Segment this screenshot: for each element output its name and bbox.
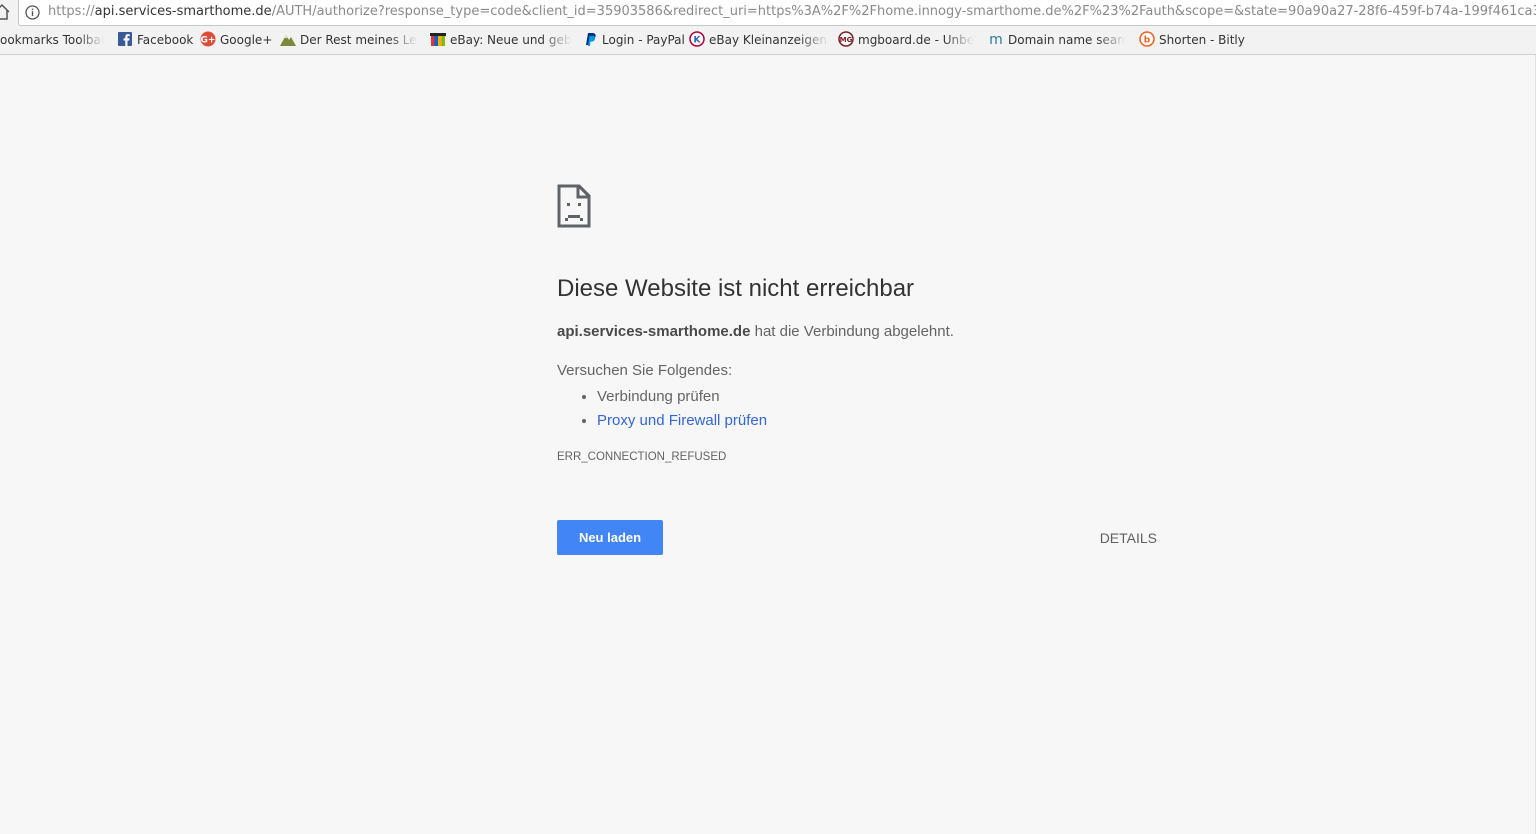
bookmark-label: eBay Kleinanzeigen | A: [709, 33, 829, 47]
url-text[interactable]: https://api.services-smarthome.de/AUTH/a…: [48, 4, 1536, 20]
bookmark-item-ebay[interactable]: eBay: Neue und gebra: [430, 31, 572, 49]
mgboard-icon: MG: [838, 31, 854, 47]
error-message-text: hat die Verbindung abgelehnt.: [750, 323, 954, 340]
info-icon[interactable]: [25, 5, 40, 20]
bookmark-item-google-plus[interactable]: G+ Google+: [200, 31, 272, 49]
bookmark-label: Google+: [220, 33, 273, 47]
error-host: api.services-smarthome.de: [557, 323, 751, 340]
details-button[interactable]: DETAILS: [1087, 520, 1157, 555]
paypal-icon: [586, 33, 596, 46]
url-scheme: https://: [48, 4, 95, 19]
svg-text:MG: MG: [840, 36, 853, 44]
bitly-icon: b: [1139, 31, 1155, 47]
suggestions-heading: Versuchen Sie Folgendes:: [557, 362, 733, 379]
url-host: api.services-smarthome.de: [94, 4, 272, 19]
suggestion-proxy-firewall-link[interactable]: Proxy und Firewall prüfen: [597, 412, 767, 429]
svg-text:b: b: [1144, 36, 1151, 46]
facebook-icon: [118, 32, 132, 46]
url-path: /AUTH/authorize?response_type=code&clien…: [271, 4, 1536, 19]
suggestion-check-connection: Verbindung prüfen: [597, 388, 720, 405]
sad-page-icon: [557, 184, 591, 228]
bookmark-item-domain-search[interactable]: m Domain name search,: [988, 31, 1126, 49]
kleinanzeigen-icon: K: [689, 31, 705, 47]
ebay-icon: [430, 33, 446, 46]
bookmark-item-bitly[interactable]: b Shorten - Bitly: [1139, 31, 1245, 49]
bookmark-label: ookmarks Toolbar Fo: [0, 33, 104, 47]
suggestions-list: Verbindung prüfen Proxy und Firewall prü…: [557, 385, 767, 433]
address-bar[interactable]: https://api.services-smarthome.de/AUTH/a…: [18, 0, 1536, 26]
page-title: Diese Website ist nicht erreichbar: [557, 275, 915, 302]
bookmark-item-paypal[interactable]: Login - PayPal: [582, 31, 685, 49]
bookmark-label: Login - PayPal: [602, 33, 685, 47]
bookmarks-bar: ookmarks Toolbar Fo Facebook G+ Google+ …: [0, 28, 1536, 52]
bookmark-label: Domain name search,: [1008, 33, 1126, 47]
home-icon[interactable]: [0, 3, 10, 21]
error-code: ERR_CONNECTION_REFUSED: [557, 451, 727, 463]
error-message: api.services-smarthome.de hat die Verbin…: [557, 323, 954, 340]
reload-button[interactable]: Neu laden: [557, 520, 663, 555]
domain-m-icon: m: [989, 32, 1003, 47]
suggestion-item: Proxy und Firewall prüfen: [597, 409, 767, 433]
bookmark-label: mgboard.de - Unbear: [858, 33, 974, 47]
bookmark-item-mgboard[interactable]: MG mgboard.de - Unbear: [838, 31, 974, 49]
suggestion-item: Verbindung prüfen: [597, 385, 767, 409]
bookmark-label: Facebook: [137, 33, 194, 47]
mountain-icon: [280, 35, 296, 46]
bookmark-item-facebook[interactable]: Facebook: [117, 31, 193, 49]
svg-text:G+: G+: [201, 36, 216, 46]
bookmark-item-bookmarks-toolbar[interactable]: ookmarks Toolbar Fo: [0, 31, 104, 49]
svg-text:m: m: [989, 32, 1003, 47]
bookmark-label: Der Rest meines Lebe: [300, 33, 418, 47]
svg-text:K: K: [694, 36, 702, 46]
bookmark-item-ebay-kleinanzeigen[interactable]: K eBay Kleinanzeigen | A: [689, 31, 829, 49]
bookmark-label: Shorten - Bitly: [1159, 33, 1245, 47]
browser-chrome: https://api.services-smarthome.de/AUTH/a…: [0, 0, 1536, 55]
bookmark-item-der-rest[interactable]: Der Rest meines Lebe: [280, 31, 418, 49]
bookmark-label: eBay: Neue und gebra: [450, 33, 572, 47]
google-plus-icon: G+: [200, 31, 216, 47]
